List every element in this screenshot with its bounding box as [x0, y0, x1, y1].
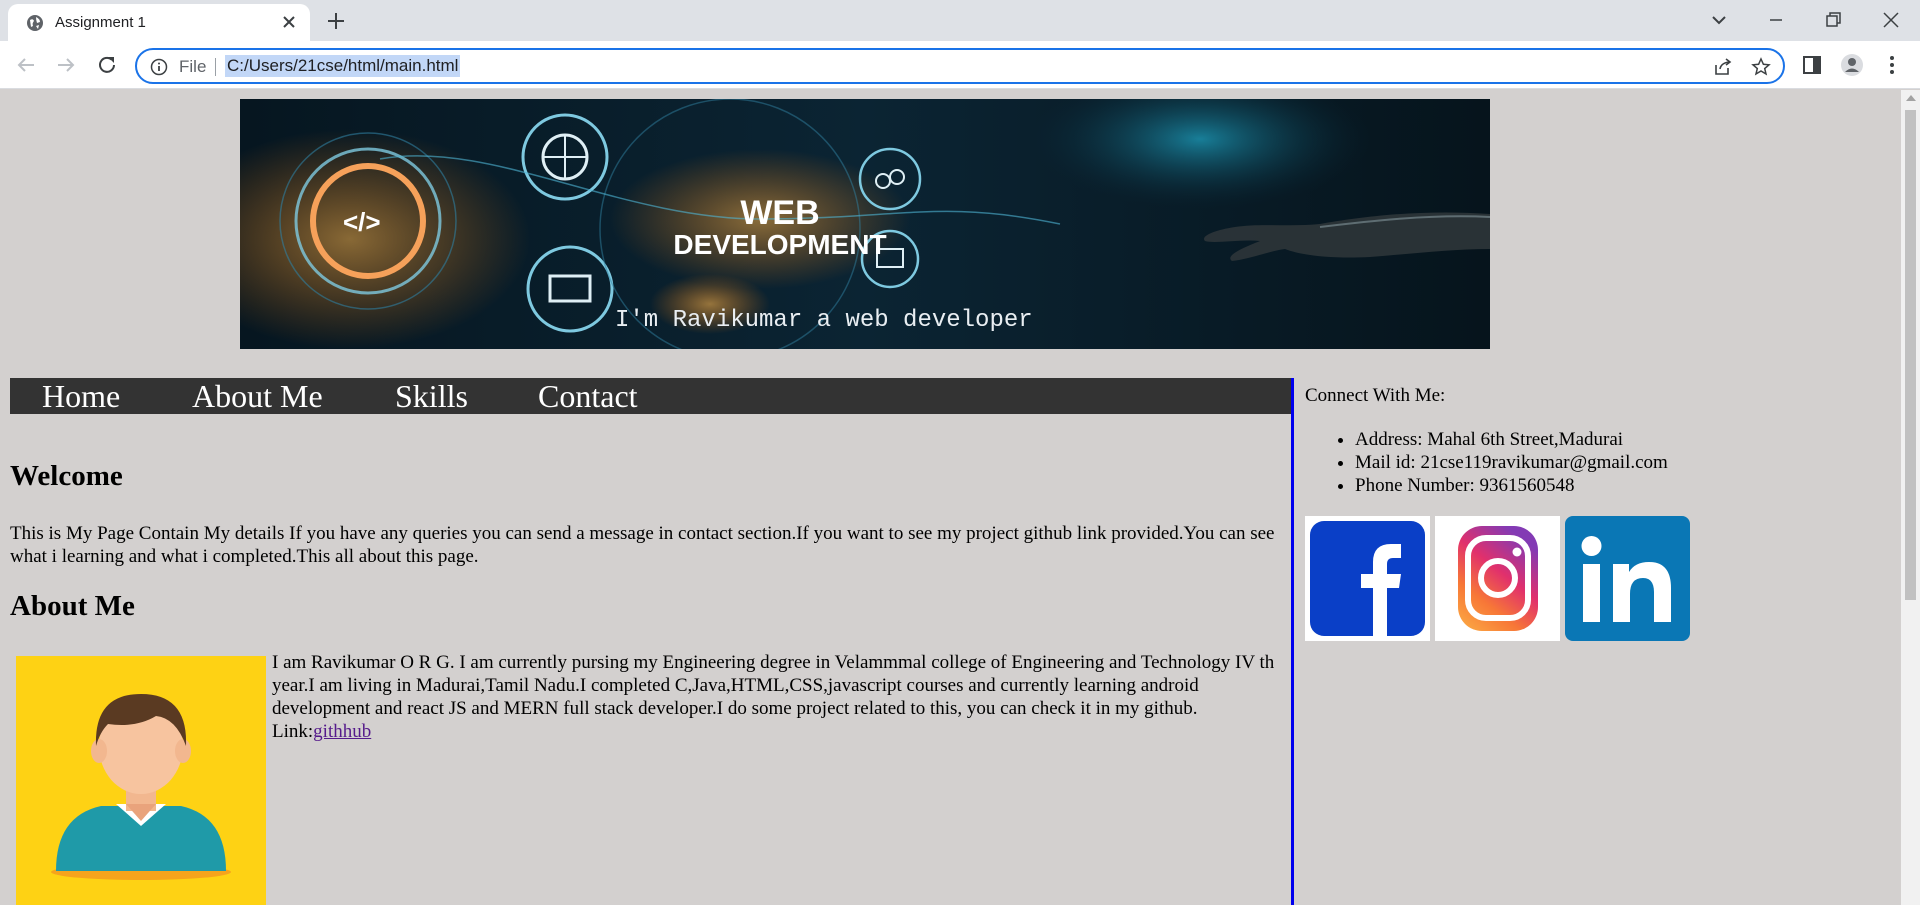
address-bar[interactable]: File C:/Users/21cse/html/main.html — [135, 48, 1785, 84]
contact-email: Mail id: 21cse119ravikumar@gmail.com — [1355, 451, 1668, 474]
scrollbar-thumb[interactable] — [1905, 110, 1916, 600]
welcome-heading: Welcome — [10, 460, 123, 492]
about-heading: About Me — [10, 590, 135, 622]
info-icon[interactable] — [150, 58, 168, 76]
back-icon[interactable] — [14, 53, 38, 77]
address-separator — [215, 58, 216, 76]
banner-title-line2: DEVELOPMENT — [673, 229, 886, 260]
side-panel-icon[interactable] — [1800, 53, 1824, 77]
scheme-label: File — [179, 57, 207, 76]
about-text: I am Ravikumar O R G. I am currently pur… — [272, 652, 1275, 719]
reload-icon[interactable] — [95, 53, 119, 77]
github-link[interactable]: githhub — [313, 721, 371, 742]
close-tab-icon[interactable] — [280, 13, 298, 31]
forward-icon[interactable] — [54, 53, 78, 77]
avatar-image — [16, 656, 266, 905]
contact-address: Address: Mahal 6th Street,Madurai — [1355, 428, 1668, 451]
svg-text:</>: </> — [343, 207, 381, 237]
linkedin-icon[interactable] — [1565, 516, 1690, 641]
browser-toolbar: File C:/Users/21cse/html/main.html — [0, 41, 1920, 89]
instagram-icon[interactable] — [1435, 516, 1560, 641]
banner-caption: I'm Ravikumar a web developer — [615, 307, 1033, 334]
contact-phone: Phone Number: 9361560548 — [1355, 474, 1668, 497]
about-text-block: I am Ravikumar O R G. I am currently pur… — [272, 651, 1287, 743]
profile-icon[interactable] — [1840, 53, 1864, 77]
globe-icon — [27, 15, 43, 31]
tab-strip: Assignment 1 — [0, 0, 1920, 41]
navigation-menu: Home About Me Skills Contact — [10, 378, 1291, 414]
nav-skills-link[interactable]: Skills — [395, 378, 468, 414]
welcome-text: This is My Page Contain My details If yo… — [10, 523, 1275, 567]
browser-tab[interactable]: Assignment 1 — [8, 4, 310, 41]
minimize-icon[interactable] — [1766, 10, 1786, 30]
more-menu-icon[interactable] — [1880, 53, 1904, 77]
page-scrollbar[interactable] — [1901, 90, 1920, 905]
url-text[interactable]: C:/Users/21cse/html/main.html — [225, 55, 461, 77]
nav-home-link[interactable]: Home — [42, 378, 120, 414]
share-icon[interactable] — [1713, 57, 1733, 77]
new-tab-icon[interactable] — [326, 11, 346, 31]
column-divider — [1291, 378, 1294, 905]
avatar-illustration — [16, 656, 266, 905]
nav-contact-link[interactable]: Contact — [538, 378, 638, 414]
connect-heading: Connect With Me: — [1305, 385, 1446, 406]
restore-icon[interactable] — [1823, 10, 1843, 30]
scroll-up-arrow-icon[interactable] — [1906, 95, 1916, 101]
facebook-icon[interactable] — [1305, 516, 1430, 641]
tab-title: Assignment 1 — [55, 14, 146, 31]
contact-list: Address: Mahal 6th Street,Madurai Mail i… — [1355, 428, 1668, 497]
banner-title-line1: WEB — [740, 194, 819, 232]
link-prefix: Link: — [272, 721, 314, 742]
nav-about-link[interactable]: About Me — [192, 378, 323, 414]
bookmark-star-icon[interactable] — [1751, 57, 1771, 77]
close-window-icon[interactable] — [1881, 10, 1901, 30]
header-banner-image: </> WEB DEVELOPMENT I'm Ravikumar a web … — [240, 99, 1490, 349]
tab-search-icon[interactable] — [1709, 10, 1729, 30]
